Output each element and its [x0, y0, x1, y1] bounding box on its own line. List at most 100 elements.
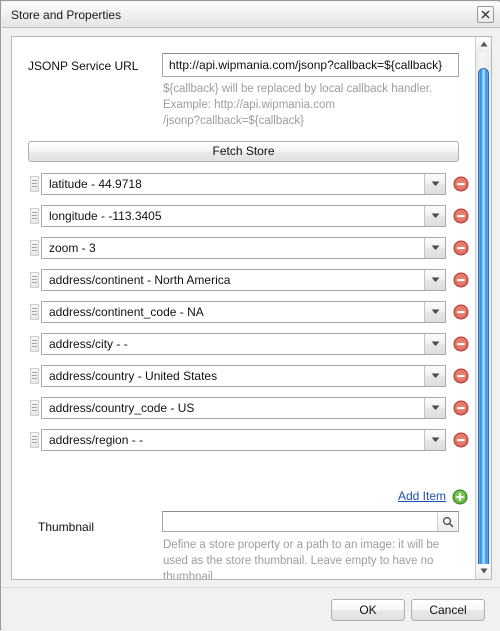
jsonp-url-hint-line-1: ${callback} will be replaced by local ca… [163, 83, 433, 95]
thumbnail-hint-line-2: used as the store thumbnail. Leave empty… [163, 555, 434, 567]
delete-property-button[interactable] [453, 304, 469, 320]
property-value: address/region - - [49, 433, 144, 447]
dialog-footer: OK Cancel [2, 587, 500, 631]
jsonp-url-label: JSONP Service URL [28, 59, 139, 73]
minus-circle-icon [453, 208, 469, 224]
minus-circle-icon [453, 240, 469, 256]
delete-property-button[interactable] [453, 176, 469, 192]
property-row: latitude - 44.9718 [12, 173, 475, 195]
drag-handle-icon[interactable] [30, 208, 39, 224]
delete-property-button[interactable] [453, 208, 469, 224]
cancel-button[interactable]: Cancel [411, 599, 485, 621]
scrollbar-track[interactable] [476, 52, 491, 579]
drag-handle-icon[interactable] [30, 240, 39, 256]
dialog-title: Store and Properties [11, 8, 122, 22]
delete-property-button[interactable] [453, 432, 469, 448]
property-row: address/country - United States [12, 365, 475, 387]
close-icon [481, 10, 490, 19]
property-select[interactable]: address/country_code - US [41, 397, 446, 419]
property-dropdown-arrow[interactable] [424, 398, 445, 418]
property-select[interactable]: address/continent - North America [41, 269, 446, 291]
drag-handle-icon[interactable] [30, 400, 39, 416]
property-select[interactable]: zoom - 3 [41, 237, 446, 259]
drag-handle-icon[interactable] [30, 304, 39, 320]
property-value: zoom - 3 [49, 241, 96, 255]
property-row: address/country_code - US [12, 397, 475, 419]
delete-property-button[interactable] [453, 240, 469, 256]
search-icon [442, 516, 453, 528]
drag-handle-icon[interactable] [30, 272, 39, 288]
delete-property-button[interactable] [453, 272, 469, 288]
drag-handle-icon[interactable] [30, 432, 39, 448]
chevron-down-icon [431, 309, 439, 314]
triangle-down-icon [480, 568, 487, 574]
property-value: address/continent_code - NA [49, 305, 204, 319]
triangle-up-icon [480, 41, 487, 47]
scrollbar-thumb[interactable] [478, 68, 489, 579]
minus-circle-icon [453, 304, 469, 320]
property-select[interactable]: longitude - -113.3405 [41, 205, 446, 227]
dialog-body: JSONP Service URL http://api.wipmania.co… [2, 28, 500, 587]
property-dropdown-arrow[interactable] [424, 270, 445, 290]
minus-circle-icon [453, 432, 469, 448]
property-value: address/country - United States [49, 369, 218, 383]
add-item-button[interactable] [452, 489, 468, 505]
thumbnail-input[interactable] [162, 511, 459, 532]
property-row: address/city - - [12, 333, 475, 355]
property-select[interactable]: address/city - - [41, 333, 446, 355]
chevron-down-icon [431, 181, 439, 186]
jsonp-url-hint-line-2: Example: http://api.wipmania.com [163, 99, 335, 111]
delete-property-button[interactable] [453, 336, 469, 352]
drag-handle-icon[interactable] [30, 336, 39, 352]
thumbnail-browse-button[interactable] [437, 513, 457, 531]
delete-property-button[interactable] [453, 368, 469, 384]
chevron-down-icon [431, 405, 439, 410]
property-dropdown-arrow[interactable] [424, 206, 445, 226]
property-row: address/continent - North America [12, 269, 475, 291]
plus-circle-icon [452, 489, 468, 505]
chevron-down-icon [431, 245, 439, 250]
minus-circle-icon [453, 368, 469, 384]
minus-circle-icon [453, 400, 469, 416]
property-dropdown-arrow[interactable] [424, 174, 445, 194]
vertical-scrollbar[interactable] [475, 37, 491, 579]
property-dropdown-arrow[interactable] [424, 366, 445, 386]
delete-property-button[interactable] [453, 400, 469, 416]
property-dropdown-arrow[interactable] [424, 430, 445, 450]
dialog-window: Store and Properties JSONP Service URL h… [0, 0, 500, 631]
jsonp-url-hint-line-3: /jsonp?callback=${callback} [163, 115, 304, 127]
chevron-down-icon [431, 341, 439, 346]
thumbnail-hint-line-3: thumbnail. [163, 571, 217, 580]
jsonp-url-input[interactable]: http://api.wipmania.com/jsonp?callback=$… [162, 53, 459, 77]
add-item-link[interactable]: Add Item [398, 489, 446, 503]
property-select[interactable]: address/country - United States [41, 365, 446, 387]
property-row: address/continent_code - NA [12, 301, 475, 323]
property-value: longitude - -113.3405 [49, 209, 162, 223]
title-bar: Store and Properties [2, 2, 500, 28]
drag-handle-icon[interactable] [30, 368, 39, 384]
minus-circle-icon [453, 176, 469, 192]
chevron-down-icon [431, 277, 439, 282]
property-value: address/city - - [49, 337, 128, 351]
property-value: address/country_code - US [49, 401, 195, 415]
property-dropdown-arrow[interactable] [424, 302, 445, 322]
form-content: JSONP Service URL http://api.wipmania.co… [12, 37, 475, 580]
property-select[interactable]: address/region - - [41, 429, 446, 451]
chevron-down-icon [431, 213, 439, 218]
property-select[interactable]: address/continent_code - NA [41, 301, 446, 323]
ok-button[interactable]: OK [331, 599, 405, 621]
property-dropdown-arrow[interactable] [424, 334, 445, 354]
scroll-pane: JSONP Service URL http://api.wipmania.co… [11, 36, 492, 580]
property-row: address/region - - [12, 429, 475, 451]
fetch-store-button[interactable]: Fetch Store [28, 141, 459, 162]
drag-handle-icon[interactable] [30, 176, 39, 192]
property-row: zoom - 3 [12, 237, 475, 259]
minus-circle-icon [453, 272, 469, 288]
property-dropdown-arrow[interactable] [424, 238, 445, 258]
scroll-down-button[interactable] [476, 564, 491, 579]
property-select[interactable]: latitude - 44.9718 [41, 173, 446, 195]
scroll-up-button[interactable] [476, 37, 491, 52]
property-value: address/continent - North America [49, 273, 231, 287]
close-button[interactable] [477, 6, 494, 23]
chevron-down-icon [431, 437, 439, 442]
